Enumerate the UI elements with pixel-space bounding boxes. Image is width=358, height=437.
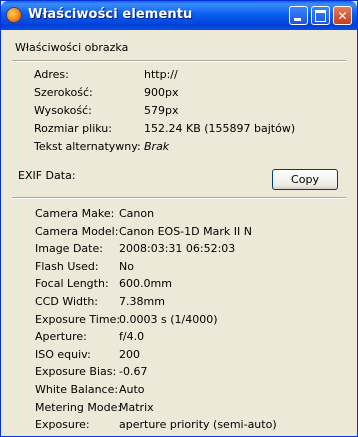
exif-value: 7.38mm — [119, 295, 165, 308]
close-button[interactable]: ✕ — [333, 6, 352, 25]
exif-label: Metering Mode: — [35, 400, 122, 414]
exif-section-separator — [12, 197, 346, 199]
exif-label: ISO equiv: — [35, 347, 91, 361]
exif-label: Camera Make: — [35, 207, 115, 220]
close-icon: ✕ — [337, 9, 348, 23]
exif-label: White Balance: — [35, 383, 119, 396]
image-property-label: Szerokość: — [34, 86, 93, 99]
image-property-label: Rozmiar pliku: — [34, 122, 112, 135]
title-bar[interactable]: Właściwości elementu ✕ — [1, 1, 357, 30]
exif-value: 200 — [119, 347, 140, 361]
dialog-content: Właściwości obrazka Adres: http:// Szeroko… — [4, 30, 354, 433]
exif-value: aperture priority (semi-auto) — [119, 418, 277, 432]
exif-value: 0.0003 s (1/4000) — [119, 312, 218, 326]
exif-label: Exposure Time: — [35, 312, 121, 326]
properties-window: Właściwości elementu ✕ Właściwości obraz… — [0, 0, 358, 437]
image-property-label: Wysokość: — [34, 104, 92, 117]
image-section-title: Właściwości obrazka — [15, 41, 129, 54]
exif-label: Camera Model: — [35, 224, 119, 238]
exif-value: Auto — [119, 383, 145, 396]
minimize-icon — [294, 18, 301, 21]
image-property-value: Brak — [144, 140, 170, 153]
window-title: Właściwości elementu — [28, 7, 193, 22]
image-property-value: http:// — [144, 68, 178, 81]
exif-label: Exposure Bias: — [35, 365, 117, 379]
exif-value: -0.67 — [119, 365, 148, 379]
copy-button[interactable]: Copy — [272, 169, 338, 190]
maximize-button[interactable] — [311, 6, 330, 25]
exif-label: Flash Used: — [35, 259, 99, 273]
image-property-value: 579px — [144, 104, 179, 117]
exif-value: 600.0mm — [119, 277, 172, 291]
exif-label: Focal Length: — [35, 277, 109, 291]
image-section-separator — [12, 60, 346, 62]
exif-label: CCD Width: — [35, 295, 98, 308]
exif-value: Canon — [119, 207, 155, 220]
maximize-icon — [315, 10, 326, 22]
image-property-label: Adres: — [34, 68, 69, 81]
exif-value: Matrix — [119, 400, 154, 414]
minimize-button[interactable] — [289, 6, 308, 25]
exif-value: No — [119, 259, 134, 273]
exif-label: Image Date: — [35, 242, 103, 256]
exif-value: Canon EOS-1D Mark II N — [119, 224, 252, 238]
image-property-label: Tekst alternatywny: — [34, 140, 141, 153]
exif-value: f/4.0 — [119, 330, 145, 344]
exif-label: Aperture: — [35, 330, 87, 344]
exif-label: Exposure: — [35, 418, 90, 432]
firefox-icon — [6, 7, 22, 23]
image-property-value: 152.24 KB (155897 bajtów) — [144, 122, 296, 135]
image-property-value: 900px — [144, 86, 179, 99]
exif-section-title: EXIF Data: — [18, 169, 76, 182]
exif-value: 2008:03:31 06:52:03 — [119, 242, 236, 256]
